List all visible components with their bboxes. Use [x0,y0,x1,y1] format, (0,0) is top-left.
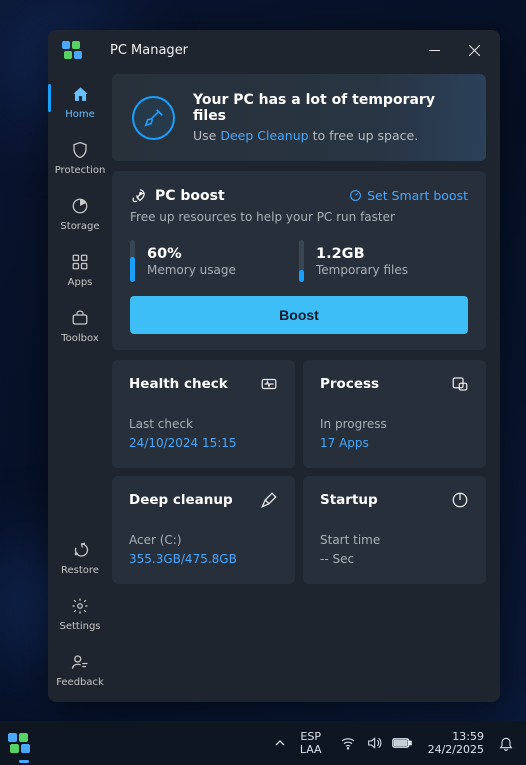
tile-title: Process [320,376,379,392]
language-indicator[interactable]: ESP LAA [292,730,330,756]
sidebar-item-toolbox[interactable]: Toolbox [52,300,108,350]
feedback-icon [70,652,90,672]
tile-label: Start time [320,533,469,547]
main-content: Your PC has a lot of temporary files Use… [112,70,500,702]
banner-title: Your PC has a lot of temporary files [193,92,466,124]
home-icon [70,84,90,104]
tray-chevron-up-icon[interactable] [268,737,292,749]
battery-icon[interactable] [392,736,412,750]
clock[interactable]: 13:59 24/2/2025 [422,730,492,756]
tile-value: -- Sec [320,552,469,566]
set-smart-boost-link[interactable]: Set Smart boost [349,188,468,203]
titlebar[interactable]: PC Manager [48,30,500,70]
sidebar-item-label: Toolbox [61,333,99,344]
app-logo-icon [8,733,30,753]
sidebar-item-protection[interactable]: Protection [52,132,108,182]
sidebar-item-label: Protection [55,165,106,176]
memory-value: 60% [147,246,236,262]
minimize-button[interactable] [414,34,454,66]
storage-icon [70,196,90,216]
sidebar-item-feedback[interactable]: Feedback [52,644,108,694]
sidebar-item-apps[interactable]: Apps [52,244,108,294]
gauge-icon [349,189,362,202]
volume-icon[interactable] [366,735,382,751]
wifi-icon[interactable] [340,735,356,751]
toolbox-icon [70,308,90,328]
pc-boost-title: PC boost [130,187,225,204]
sidebar-item-home[interactable]: Home [52,76,108,126]
restore-icon [70,540,90,560]
sidebar: Home Protection Storage Apps Toolbox [48,70,112,702]
taskbar[interactable]: ESP LAA 13:59 24/2/2025 [0,721,526,765]
shield-icon [70,140,90,160]
tile-label: Last check [129,417,278,431]
tile-title: Deep cleanup [129,492,233,508]
sidebar-item-label: Storage [60,221,99,232]
sidebar-item-label: Feedback [56,677,104,688]
rocket-icon [130,187,147,204]
banner-subtitle: Use Deep Cleanup to free up space. [193,128,466,143]
brush-icon [260,491,278,509]
sidebar-item-settings[interactable]: Settings [52,588,108,638]
heartrate-icon [260,375,278,393]
tempfiles-value: 1.2GB [316,246,408,262]
deep-cleanup-link[interactable]: Deep Cleanup [220,128,308,143]
sidebar-item-label: Apps [68,277,93,288]
process-icon [451,375,469,393]
memory-bar-icon [130,240,135,282]
notifications-icon[interactable] [492,735,516,751]
boost-button[interactable]: Boost [130,296,468,334]
power-icon [451,491,469,509]
tile-title: Startup [320,492,378,508]
process-tile[interactable]: Process In progress 17 Apps [303,360,486,468]
gear-icon [70,596,90,616]
memory-label: Memory usage [147,263,236,277]
startup-tile[interactable]: Startup Start time -- Sec [303,476,486,584]
tempfiles-bar-icon [299,240,304,282]
tile-value: 355.3GB/475.8GB [129,552,278,566]
tile-title: Health check [129,376,228,392]
sidebar-item-restore[interactable]: Restore [52,532,108,582]
close-button[interactable] [454,34,494,66]
app-title: PC Manager [110,43,414,58]
tile-value: 17 Apps [320,436,469,450]
broom-icon [132,96,175,140]
tile-label: Acer (C:) [129,533,278,547]
temporary-files-metric: 1.2GB Temporary files [299,240,468,282]
tile-label: In progress [320,417,469,431]
app-window: PC Manager Home Protection Storage [48,30,500,702]
health-check-tile[interactable]: Health check Last check 24/10/2024 15:15 [112,360,295,468]
apps-icon [70,252,90,272]
banner-temporary-files[interactable]: Your PC has a lot of temporary files Use… [112,74,486,161]
deep-cleanup-tile[interactable]: Deep cleanup Acer (C:) 355.3GB/475.8GB [112,476,295,584]
sidebar-item-label: Restore [61,565,99,576]
app-logo-icon [62,41,82,59]
pc-boost-subtitle: Free up resources to help your PC run fa… [130,210,468,224]
memory-usage-metric: 60% Memory usage [130,240,299,282]
pc-boost-card: PC boost Set Smart boost Free up resourc… [112,171,486,350]
taskbar-app-pcmanager[interactable] [10,729,38,757]
sidebar-item-storage[interactable]: Storage [52,188,108,238]
sidebar-item-label: Home [65,109,95,120]
tempfiles-label: Temporary files [316,263,408,277]
sidebar-item-label: Settings [59,621,100,632]
tile-value: 24/10/2024 15:15 [129,436,278,450]
